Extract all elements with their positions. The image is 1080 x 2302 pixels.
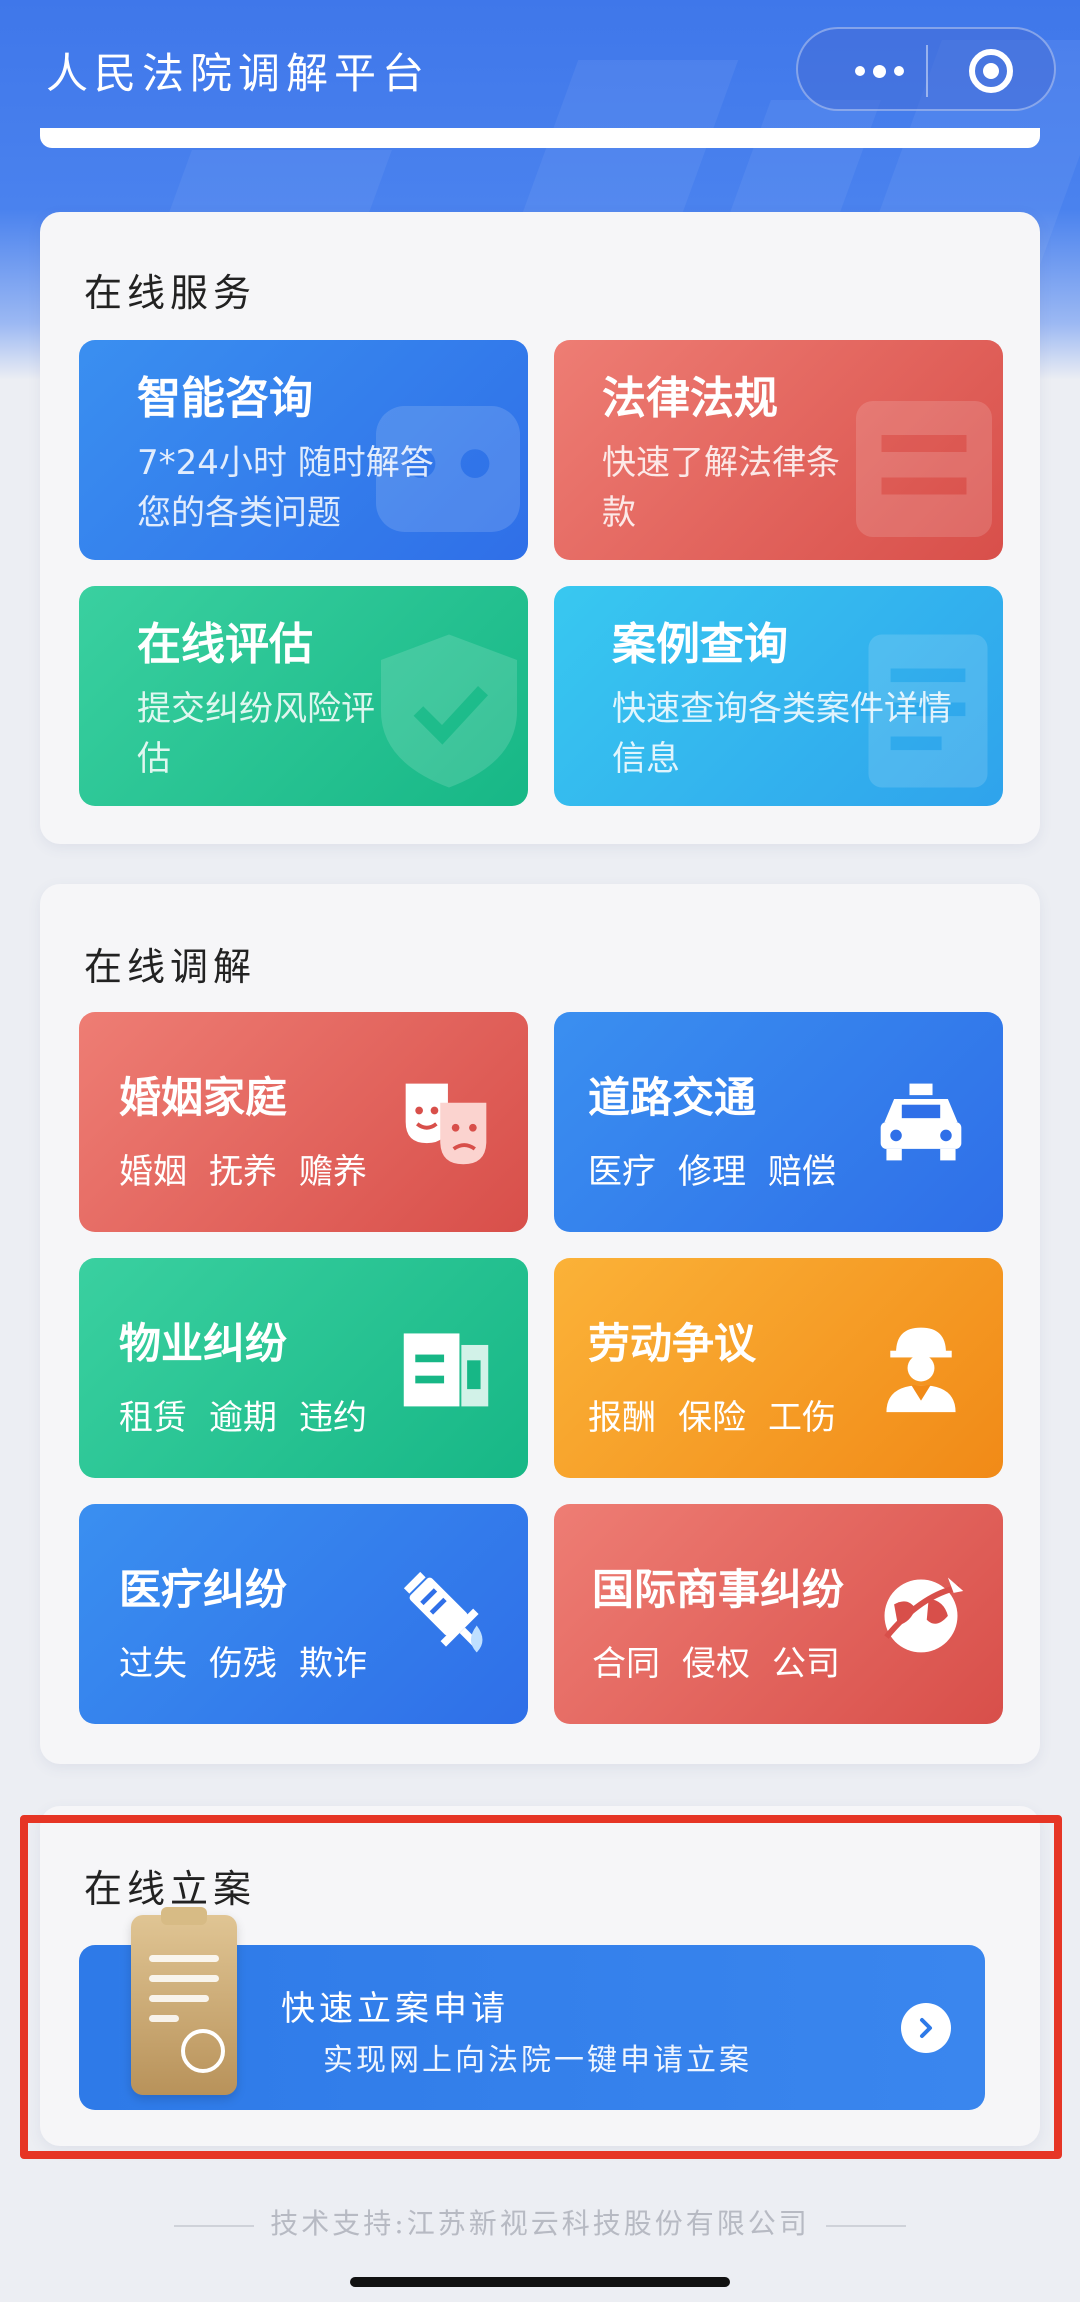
tile-title: 医疗纠纷	[119, 1565, 288, 1614]
tag: 婚姻	[119, 1152, 187, 1192]
tag: 报酬	[588, 1398, 656, 1438]
theater-masks-icon	[405, 1083, 487, 1165]
tile-title: 物业纠纷	[119, 1319, 288, 1368]
tile-title: 法律法规	[602, 373, 778, 424]
tag: 工伤	[768, 1398, 836, 1438]
tag: 逾期	[209, 1398, 277, 1438]
capsule-divider	[926, 45, 928, 97]
tag: 医疗	[588, 1152, 656, 1192]
tile-road-traffic[interactable]: 道路交通 医疗 修理 赔偿	[554, 1012, 1003, 1232]
tile-international-commercial[interactable]: 国际商事纠纷 合同 侵权 公司	[554, 1504, 1003, 1724]
globe-plane-icon	[884, 1577, 964, 1653]
tile-desc: 快速查询各类案件详情信息	[612, 689, 952, 779]
chevron-right-icon[interactable]	[901, 2003, 951, 2053]
tile-property-dispute[interactable]: 物业纠纷 租赁 逾期 违约	[79, 1258, 528, 1478]
section-title: 在线调解	[84, 945, 257, 989]
tag: 赡养	[299, 1152, 367, 1192]
tag: 伤残	[209, 1644, 277, 1684]
tag: 赔偿	[768, 1152, 836, 1192]
page-title: 人民法院调解平台	[46, 49, 431, 98]
tag: 合同	[592, 1644, 660, 1684]
tile-marriage-family[interactable]: 婚姻家庭 婚姻 抚养 赡养	[79, 1012, 528, 1232]
tag: 违约	[299, 1398, 367, 1438]
tile-labor-dispute[interactable]: 劳动争议 报酬 保险 工伤	[554, 1258, 1003, 1478]
online-mediation-card: 在线调解 婚姻家庭 婚姻 抚养 赡养 道路交通 医疗 修理 赔偿 物业纠纷 租赁…	[40, 884, 1040, 1764]
online-services-card: 在线服务 智能咨询 7*24小时 随时解答您的各类问题 法律法规 快速了解法律条…	[40, 212, 1040, 844]
footer-credit: 技术支持:江苏新视云科技股份有限公司	[0, 2202, 1080, 2242]
tile-online-assessment[interactable]: 在线评估 提交纠纷风险评估	[79, 586, 528, 806]
taxi-icon	[880, 1083, 962, 1161]
tag: 欺诈	[299, 1644, 367, 1684]
tag: 租赁	[119, 1398, 187, 1438]
tile-smart-consult[interactable]: 智能咨询 7*24小时 随时解答您的各类问题	[79, 340, 528, 560]
top-card-edge	[40, 128, 1040, 148]
tile-title: 智能咨询	[137, 373, 313, 424]
tile-desc: 提交纠纷风险评估	[137, 689, 375, 779]
tile-desc: 快速了解法律条款	[602, 443, 840, 533]
banner-title: 快速立案申请	[281, 1989, 509, 2029]
home-indicator[interactable]	[350, 2277, 730, 2287]
tile-medical-dispute[interactable]: 医疗纠纷 过失 伤残 欺诈	[79, 1504, 528, 1724]
footer-text: 技术支持:江苏新视云科技股份有限公司	[270, 2207, 810, 2240]
tile-title: 在线评估	[137, 619, 313, 670]
syringe-icon	[403, 1571, 483, 1653]
tag: 修理	[678, 1152, 746, 1192]
tile-title: 婚姻家庭	[119, 1073, 288, 1122]
quick-filing-banner[interactable]: 快速立案申请 实现网上向法院一键申请立案	[79, 1907, 985, 2110]
tile-title: 国际商事纠纷	[592, 1565, 845, 1614]
clipboard-globe-icon	[131, 1907, 237, 2095]
mini-program-capsule	[796, 27, 1056, 111]
tag: 抚养	[209, 1152, 277, 1192]
tile-title: 劳动争议	[588, 1319, 757, 1368]
law-book-icon	[856, 401, 992, 537]
worker-icon	[886, 1327, 956, 1413]
tile-title: 道路交通	[588, 1073, 757, 1122]
tag: 过失	[119, 1644, 187, 1684]
tag: 侵权	[682, 1644, 750, 1684]
building-icon	[403, 1333, 489, 1407]
more-options-icon[interactable]	[836, 53, 922, 89]
tag: 保险	[678, 1398, 746, 1438]
close-miniprogram-icon[interactable]	[969, 49, 1013, 93]
tile-desc: 7*24小时 随时解答您的各类问题	[137, 443, 434, 533]
tile-title: 案例查询	[612, 619, 788, 670]
section-title: 在线服务	[84, 271, 257, 315]
tile-laws-regulations[interactable]: 法律法规 快速了解法律条款	[554, 340, 1003, 560]
tag: 公司	[772, 1644, 840, 1684]
tile-case-query[interactable]: 案例查询 快速查询各类案件详情信息	[554, 586, 1003, 806]
banner-subtitle: 实现网上向法院一键申请立案	[323, 2043, 752, 2078]
